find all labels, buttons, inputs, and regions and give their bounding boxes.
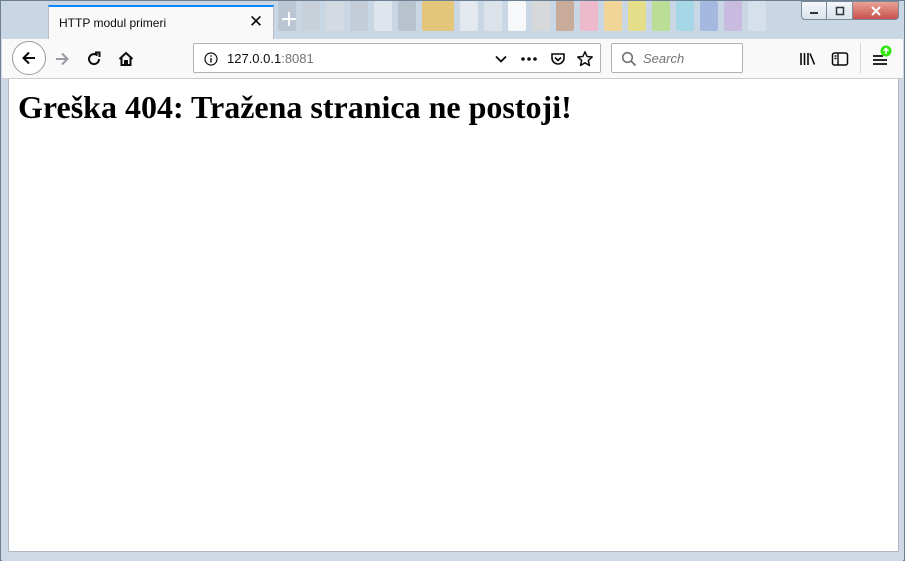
restore-button[interactable] <box>827 1 853 20</box>
info-icon[interactable] <box>202 50 220 68</box>
url-host: 127.0.0.1 <box>227 51 282 66</box>
url-port: :8081 <box>281 51 314 66</box>
update-badge-icon <box>880 45 892 57</box>
pocket-icon[interactable] <box>549 50 567 68</box>
tab-http-modul[interactable]: HTTP modul primeri ✕ <box>48 5 274 39</box>
close-tab-icon[interactable]: ✕ <box>247 13 265 31</box>
minimize-icon <box>810 11 818 14</box>
window-controls <box>801 1 899 21</box>
tab-title: HTTP modul primeri <box>59 16 167 30</box>
navigation-toolbar: 127.0.0.1:8081 Search <box>2 39 903 79</box>
minimize-button[interactable] <box>801 1 827 20</box>
search-bar[interactable]: Search <box>611 43 743 73</box>
forward-button[interactable] <box>46 43 78 75</box>
background-app-ribbon <box>272 1 812 39</box>
window-bottom-border <box>2 552 903 561</box>
close-window-button[interactable] <box>853 1 899 20</box>
url-bar[interactable]: 127.0.0.1:8081 <box>193 43 601 73</box>
back-arrow-icon <box>22 51 35 65</box>
more-dots-icon[interactable] <box>520 50 538 68</box>
page-heading: Greška 404: Tražena stranica ne postoji! <box>18 89 572 125</box>
new-tab-button[interactable]: + <box>278 9 300 31</box>
reload-button[interactable] <box>78 43 110 75</box>
search-icon <box>620 50 638 68</box>
home-icon <box>118 51 134 66</box>
toolbar-divider <box>860 43 861 73</box>
close-window-icon <box>870 5 881 16</box>
tab-strip: HTTP modul primeri ✕ + <box>2 1 903 39</box>
library-button[interactable] <box>792 43 824 75</box>
reload-icon <box>88 51 101 66</box>
library-icon <box>800 53 816 65</box>
restore-icon <box>835 6 844 15</box>
back-button[interactable] <box>12 41 46 75</box>
chevron-down-icon[interactable] <box>492 50 510 68</box>
browser-window: HTTP modul primeri ✕ + 127.0.0.1:8081 Se… <box>0 0 905 561</box>
star-icon[interactable] <box>576 50 594 68</box>
sidebar-button[interactable] <box>824 43 856 75</box>
search-placeholder: Search <box>643 51 685 66</box>
home-button[interactable] <box>110 43 142 75</box>
menu-button[interactable] <box>864 43 896 75</box>
sidebar-icon <box>831 52 849 66</box>
forward-arrow-icon <box>56 52 69 66</box>
page-content: Greška 404: Tražena stranica ne postoji! <box>8 79 899 552</box>
url-text: 127.0.0.1:8081 <box>227 51 314 66</box>
